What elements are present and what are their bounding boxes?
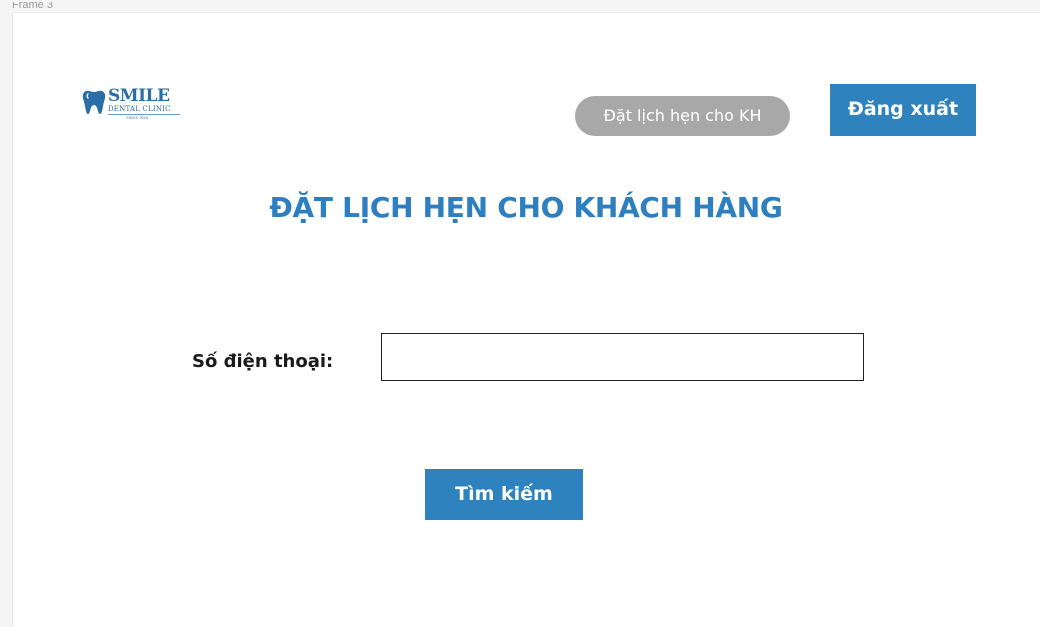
- logo-subtitle: DENTAL CLINIC: [108, 105, 171, 113]
- book-appointment-nav-button[interactable]: Đặt lịch hẹn cho KH: [575, 96, 790, 136]
- app-frame: SMILE DENTAL CLINIC SINCE 2015 Đặt lịch …: [12, 12, 1040, 627]
- tooth-icon: [82, 90, 106, 114]
- phone-label: Số điện thoại:: [192, 351, 334, 372]
- logo-text: SMILE DENTAL CLINIC SINCE 2015: [108, 87, 188, 121]
- clinic-logo: SMILE DENTAL CLINIC SINCE 2015: [82, 87, 182, 127]
- logout-button[interactable]: Đăng xuất: [830, 84, 976, 136]
- logo-name: SMILE: [108, 86, 170, 106]
- search-button[interactable]: Tìm kiếm: [425, 469, 583, 520]
- phone-input[interactable]: [381, 333, 864, 381]
- frame-left-border: [12, 13, 13, 627]
- logo-since: SINCE 2015: [108, 114, 180, 121]
- page-title: ĐẶT LỊCH HẸN CHO KHÁCH HÀNG: [269, 191, 783, 224]
